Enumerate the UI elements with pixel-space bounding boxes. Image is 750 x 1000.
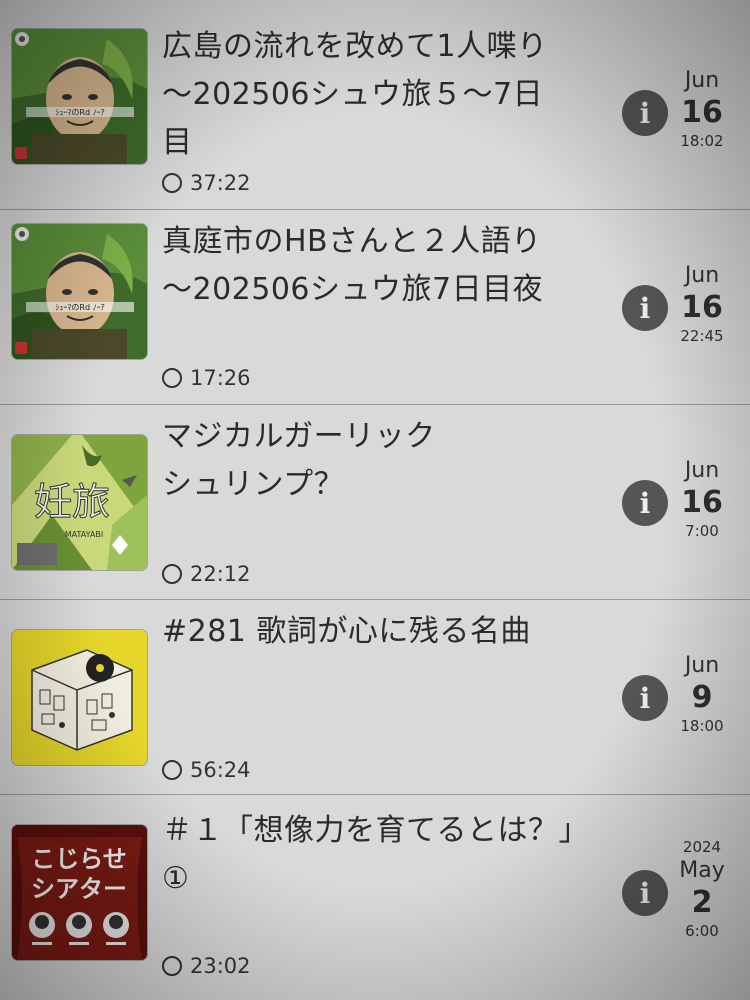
date-time: 6:00: [685, 922, 719, 940]
date-month: Jun: [684, 458, 720, 483]
episode-row[interactable]: こじらせ シアター ＃１「想像力を育てるとは？」 ① 23:02 i 2024: [0, 795, 750, 990]
portrait-podcast-art: ｼｭｰﾏのRd ﾉｰｱ: [12, 29, 147, 164]
date-day: 16: [681, 485, 723, 520]
episode-artwork: 妊旅 MATAYABI: [12, 435, 147, 570]
duration-text: 22:12: [190, 562, 251, 586]
play-status-icon[interactable]: [162, 564, 182, 584]
date-month: May: [679, 858, 725, 883]
episode-duration: 23:02: [162, 953, 251, 979]
duration-text: 17:26: [190, 366, 251, 390]
theater-podcast-art: こじらせ シアター: [12, 825, 147, 960]
info-icon[interactable]: i: [622, 675, 668, 721]
episode-row[interactable]: ｼｭｰﾏのRd ﾉｰｱ 広島の流れを改めて1人喋り ～202506シュウ旅５～7…: [0, 15, 750, 210]
portrait-podcast-art: ｼｭｰﾏのRd ﾉｰｱ: [12, 224, 147, 359]
episode-title[interactable]: 真庭市のHBさんと２人語り ～202506シュウ旅7日目夜: [162, 218, 602, 314]
date-month: Jun: [684, 68, 720, 93]
artwork-subtext: MATAYABI: [65, 530, 103, 539]
title-line: 広島の流れを改めて1人喋り: [162, 29, 548, 64]
date-year: 2024: [682, 838, 722, 856]
title-line: ～202506シュウ旅7日目夜: [162, 272, 544, 307]
date-day: 16: [681, 95, 723, 130]
play-status-icon[interactable]: [162, 368, 182, 388]
episode-date: Jun 9 18:00: [670, 652, 734, 736]
title-line: 目: [162, 125, 193, 160]
date-time: 22:45: [680, 327, 724, 345]
artwork-text: こじらせ: [31, 845, 127, 873]
play-status-icon[interactable]: [162, 956, 182, 976]
artwork-text: 妊旅: [34, 480, 110, 524]
artwork-text: シアター: [31, 875, 127, 903]
duration-text: 56:24: [190, 758, 251, 782]
episode-duration: 17:26: [162, 365, 251, 391]
episode-date: 2024 May 2 6:00: [670, 837, 734, 941]
episode-duration: 56:24: [162, 757, 251, 783]
episode-row[interactable]: ｼｭｰﾏのRd ﾉｰｱ 真庭市のHBさんと２人語り ～202506シュウ旅7日目…: [0, 210, 750, 405]
travel-podcast-art: 妊旅 MATAYABI: [12, 435, 147, 570]
title-line: #281 歌詞が心に残る名曲: [162, 614, 531, 649]
title-line: マジカルガーリック: [162, 419, 436, 454]
info-icon[interactable]: i: [622, 285, 668, 331]
episode-row[interactable]: 妊旅 MATAYABI マジカルガーリック シュリンプ？ 22:12 i Jun…: [0, 405, 750, 600]
episode-row[interactable]: #281 歌詞が心に残る名曲 56:24 i Jun 9 18:00: [0, 600, 750, 795]
duration-text: 37:22: [190, 171, 251, 195]
episode-artwork: ｼｭｰﾏのRd ﾉｰｱ: [12, 224, 147, 359]
date-time: 7:00: [685, 522, 719, 540]
episode-title[interactable]: ＃１「想像力を育てるとは？」 ①: [162, 807, 602, 903]
episode-date: Jun 16 7:00: [670, 457, 734, 541]
title-line: ～202506シュウ旅５～7日: [162, 77, 544, 112]
info-icon[interactable]: i: [622, 870, 668, 916]
date-day: 9: [691, 680, 713, 715]
title-line: 真庭市のHBさんと２人語り: [162, 224, 542, 259]
date-day: 2: [691, 885, 713, 920]
date-day: 16: [681, 290, 723, 325]
play-status-icon[interactable]: [162, 173, 182, 193]
record-store-podcast-art: [12, 630, 147, 765]
title-line: ①: [162, 861, 190, 896]
artwork-text: ｼｭｰﾏのRd ﾉｰｱ: [55, 303, 104, 312]
artwork-text: ｼｭｰﾏのRd ﾉｰｱ: [55, 108, 104, 117]
play-status-icon[interactable]: [162, 760, 182, 780]
duration-text: 23:02: [190, 954, 251, 978]
episode-title[interactable]: マジカルガーリック シュリンプ？: [162, 413, 602, 509]
episode-artwork: ｼｭｰﾏのRd ﾉｰｱ: [12, 29, 147, 164]
title-line: シュリンプ？: [162, 467, 345, 502]
episode-list: ｼｭｰﾏのRd ﾉｰｱ 広島の流れを改めて1人喋り ～202506シュウ旅５～7…: [0, 0, 750, 1000]
episode-title[interactable]: 広島の流れを改めて1人喋り ～202506シュウ旅５～7日 目: [162, 23, 602, 167]
date-month: Jun: [684, 263, 720, 288]
date-month: Jun: [684, 653, 720, 678]
date-time: 18:02: [680, 132, 724, 150]
episode-duration: 22:12: [162, 561, 251, 587]
date-time: 18:00: [680, 717, 724, 735]
episode-artwork: [12, 630, 147, 765]
episode-date: Jun 16 18:02: [670, 67, 734, 151]
episode-duration: 37:22: [162, 170, 251, 196]
episode-date: Jun 16 22:45: [670, 262, 734, 346]
info-icon[interactable]: i: [622, 480, 668, 526]
episode-title[interactable]: #281 歌詞が心に残る名曲: [162, 608, 602, 656]
title-line: ＃１「想像力を育てるとは？」: [162, 813, 589, 848]
info-icon[interactable]: i: [622, 90, 668, 136]
episode-artwork: こじらせ シアター: [12, 825, 147, 960]
